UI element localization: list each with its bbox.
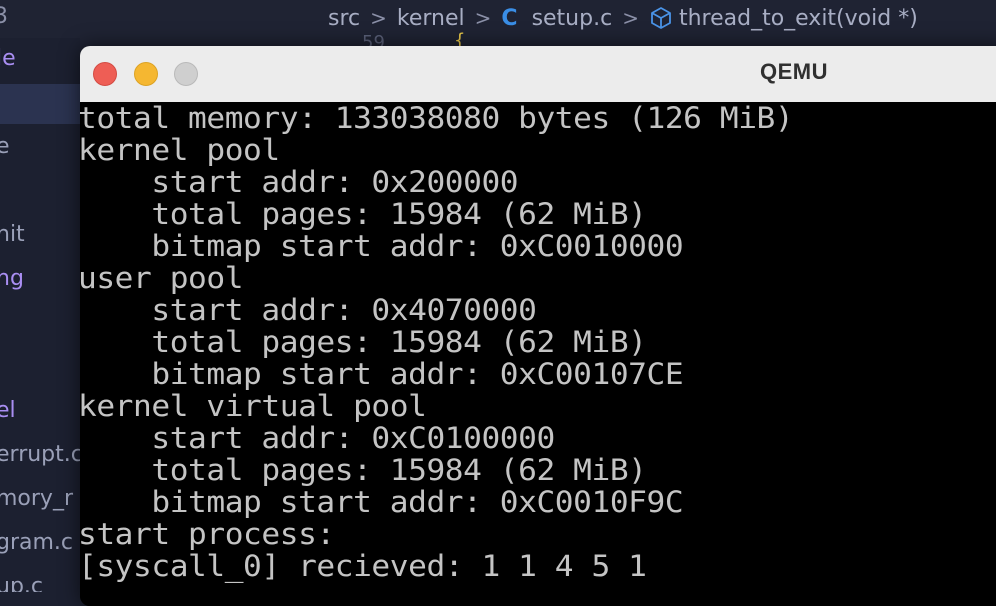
chevron-right-icon: > — [370, 6, 387, 30]
console-line: start addr: 0xC0100000 — [80, 421, 555, 455]
console-line: start addr: 0x200000 — [80, 165, 519, 199]
console-line: start addr: 0x4070000 — [80, 293, 537, 327]
chevron-right-icon: > — [474, 6, 492, 30]
console-line: start process: — [80, 517, 335, 551]
close-button[interactable] — [93, 62, 117, 86]
sidebar-item[interactable]: e — [0, 134, 10, 159]
breadcrumb-item-file[interactable]: setup.c — [532, 6, 613, 31]
sidebar-item[interactable]: errupt.c — [0, 442, 80, 467]
sidebar-item[interactable]: le — [0, 46, 16, 71]
breadcrumb-item-src[interactable]: src — [328, 6, 360, 31]
console-line: total memory: 133038080 bytes (126 MiB) — [80, 101, 794, 135]
sidebar-item[interactable]: el — [0, 398, 16, 423]
cube-icon — [649, 6, 673, 30]
console-line: bitmap start addr: 0xC0010F9C — [80, 485, 684, 519]
breadcrumb: src > kernel > C setup.c > thread_to_exi… — [328, 0, 918, 36]
sidebar-item[interactable]: gram.c — [0, 530, 73, 555]
console-line: [syscall_0] recieved: 1 1 4 5 1 — [80, 549, 647, 583]
console-line: total pages: 15984 (62 MiB) — [80, 453, 647, 487]
console-line: total pages: 15984 (62 MiB) — [80, 197, 647, 231]
console-line: bitmap start addr: 0xC0010000 — [80, 229, 684, 263]
qemu-console[interactable]: total memory: 133038080 bytes (126 MiB) … — [80, 102, 996, 606]
sidebar-item[interactable]: up.c — [0, 574, 43, 592]
sidebar-item[interactable]: ng — [0, 266, 24, 291]
console-line: user pool — [80, 261, 244, 295]
zoom-button[interactable] — [174, 62, 198, 86]
chevron-right-icon: > — [622, 6, 639, 30]
console-line: kernel pool — [80, 133, 280, 167]
window-title: QEMU — [760, 59, 828, 84]
breadcrumb-item-symbol[interactable]: thread_to_exit(void *) — [679, 6, 918, 31]
breadcrumb-partial-text: 3 — [0, 4, 8, 29]
sidebar-item[interactable]: mory_r — [0, 486, 73, 511]
breadcrumb-bar: 3 src > kernel > C setup.c > thread_to_e… — [0, 0, 996, 38]
breadcrumb-item-kernel[interactable]: kernel — [397, 6, 465, 31]
console-line: total pages: 15984 (62 MiB) — [80, 325, 647, 359]
title-bar[interactable]: QEMU — [80, 46, 996, 103]
qemu-window: QEMU total memory: 133038080 bytes (126 … — [80, 46, 996, 606]
sidebar-item[interactable]: nit — [0, 222, 25, 247]
console-line: kernel virtual pool — [80, 389, 427, 423]
console-line: bitmap start addr: 0xC00107CE — [80, 357, 684, 391]
minimize-button[interactable] — [134, 62, 158, 86]
explorer-sidebar: le e nit ng el errupt.c mory_r gram.c up… — [0, 38, 80, 592]
sidebar-active-row[interactable] — [0, 84, 80, 124]
c-file-icon: C — [501, 5, 518, 31]
